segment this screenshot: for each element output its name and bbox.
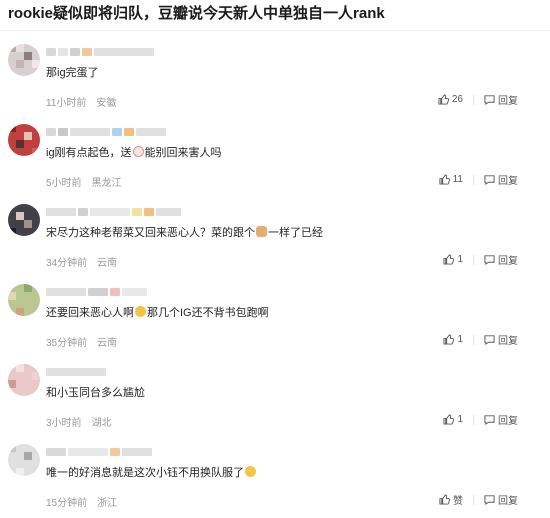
reply-label: 回复 [498, 96, 518, 107]
username-blurred[interactable] [46, 208, 181, 216]
like-count: 26 [451, 94, 463, 105]
reply-button[interactable]: 回复 [484, 492, 518, 507]
like-label: 赞 [453, 496, 463, 507]
thumbs-up-icon [443, 414, 455, 425]
reply-icon [484, 495, 495, 505]
comment-actions: 11 回复 [439, 172, 518, 187]
comment-text: 唯一的好消息就是这次小钰不用换队服了 [46, 465, 257, 481]
comment-time: 35分钟前 [46, 338, 88, 349]
comment-meta: 15分钟前 浙江 [46, 494, 117, 509]
reply-label: 回复 [498, 336, 518, 347]
comment-location: 湖北 [91, 418, 112, 429]
username-blurred[interactable] [46, 48, 154, 56]
comment-location: 云南 [97, 258, 118, 269]
reply-label: 回复 [498, 416, 518, 427]
comment-actions: 1 回复 [443, 412, 518, 427]
comment-location: 云南 [97, 338, 118, 349]
avatar[interactable] [8, 124, 40, 156]
reply-button[interactable]: 回复 [484, 252, 518, 267]
username-blurred[interactable] [46, 288, 147, 296]
sad-face-emoji-icon [135, 306, 146, 317]
action-separator [473, 254, 474, 265]
bird-emoji-icon [132, 146, 144, 157]
comment-meta: 5小时前 黑龙江 [46, 174, 122, 189]
like-count: 1 [457, 254, 463, 265]
reply-icon [484, 255, 495, 265]
reply-icon [484, 415, 495, 425]
comment-time: 34分钟前 [46, 258, 88, 269]
reply-icon [484, 175, 495, 185]
comment-text: 和小玉同台多么尴尬 [46, 387, 145, 399]
comment-text: 那ig完蛋了 [46, 67, 99, 79]
reply-icon [484, 95, 495, 105]
avatar[interactable] [8, 204, 40, 236]
comment-item: 宋尽力这种老帮菜又回来恶心人？菜的跟个 一样了已经 34分钟前 云南 1 回复 [0, 198, 550, 278]
avatar[interactable] [8, 364, 40, 396]
action-separator [473, 94, 474, 105]
sad-face-emoji-icon [245, 466, 256, 477]
divider [0, 30, 550, 31]
reply-button[interactable]: 回复 [484, 332, 518, 347]
like-count: 1 [457, 334, 463, 345]
comment-text: 还要回来恶心人啊 那几个IG还不背书包跑啊 [46, 306, 269, 319]
comment-time: 11小时前 [46, 98, 87, 109]
action-separator [473, 494, 474, 505]
avatar[interactable] [8, 444, 40, 476]
username-blurred[interactable] [46, 128, 166, 136]
comment-item: 和小玉同台多么尴尬 3小时前 湖北 1 回复 [0, 358, 550, 438]
comment-location: 黑龙江 [91, 178, 122, 189]
comment-meta: 35分钟前 云南 [46, 334, 117, 349]
page-title: rookie疑似即将归队，豆瓣说今天新人中单独自一人rank [8, 5, 385, 22]
comment-actions: 赞 回复 [439, 492, 518, 507]
comment-meta: 3小时前 湖北 [46, 414, 112, 429]
reply-label: 回复 [498, 176, 518, 187]
like-button[interactable]: 26 [438, 94, 463, 105]
comment-time: 5小时前 [46, 178, 82, 189]
comment-meta: 34分钟前 云南 [46, 254, 117, 269]
animal-emoji-icon [256, 226, 267, 237]
thumbs-up-icon [439, 174, 450, 185]
comment-text: ig刚有点起色，送 能别回来害人吗 [46, 146, 222, 159]
thumbs-up-icon [443, 334, 455, 345]
username-blurred[interactable] [46, 368, 106, 376]
avatar[interactable] [8, 44, 40, 76]
comment-time: 3小时前 [46, 418, 82, 429]
like-button[interactable]: 1 [443, 414, 463, 425]
comment-actions: 26 回复 [438, 92, 518, 107]
like-button[interactable]: 赞 [439, 492, 463, 507]
action-separator [473, 414, 474, 425]
comment-location: 浙江 [97, 498, 118, 509]
thumbs-up-icon [443, 254, 455, 265]
like-button[interactable]: 11 [439, 174, 463, 185]
reply-label: 回复 [498, 256, 518, 267]
thumbs-up-icon [438, 94, 449, 105]
comment-item: 那ig完蛋了 11小时前 安徽 26 回复 [0, 38, 550, 118]
comment-item: 唯一的好消息就是这次小钰不用换队服了 15分钟前 浙江 赞 回复 [0, 438, 550, 518]
like-button[interactable]: 1 [443, 334, 463, 345]
action-separator [473, 174, 474, 185]
comment-item: 还要回来恶心人啊 那几个IG还不背书包跑啊 35分钟前 云南 1 回复 [0, 278, 550, 358]
reply-icon [484, 335, 495, 345]
comment-item: ig刚有点起色，送 能别回来害人吗 5小时前 黑龙江 11 回复 [0, 118, 550, 198]
reply-button[interactable]: 回复 [484, 172, 518, 187]
comment-text: 宋尽力这种老帮菜又回来恶心人？菜的跟个 一样了已经 [46, 226, 323, 239]
like-count: 1 [457, 414, 463, 425]
thumbs-up-icon [439, 494, 450, 505]
reply-button[interactable]: 回复 [484, 412, 518, 427]
comment-actions: 1 回复 [443, 252, 518, 267]
avatar[interactable] [8, 284, 40, 316]
comment-time: 15分钟前 [46, 498, 88, 509]
comment-actions: 1 回复 [443, 332, 518, 347]
comment-location: 安徽 [96, 98, 117, 109]
reply-label: 回复 [498, 496, 518, 507]
like-button[interactable]: 1 [443, 254, 463, 265]
like-count: 11 [452, 174, 463, 185]
action-separator [473, 334, 474, 345]
username-blurred[interactable] [46, 448, 152, 456]
comment-meta: 11小时前 安徽 [46, 94, 116, 109]
reply-button[interactable]: 回复 [484, 92, 518, 107]
